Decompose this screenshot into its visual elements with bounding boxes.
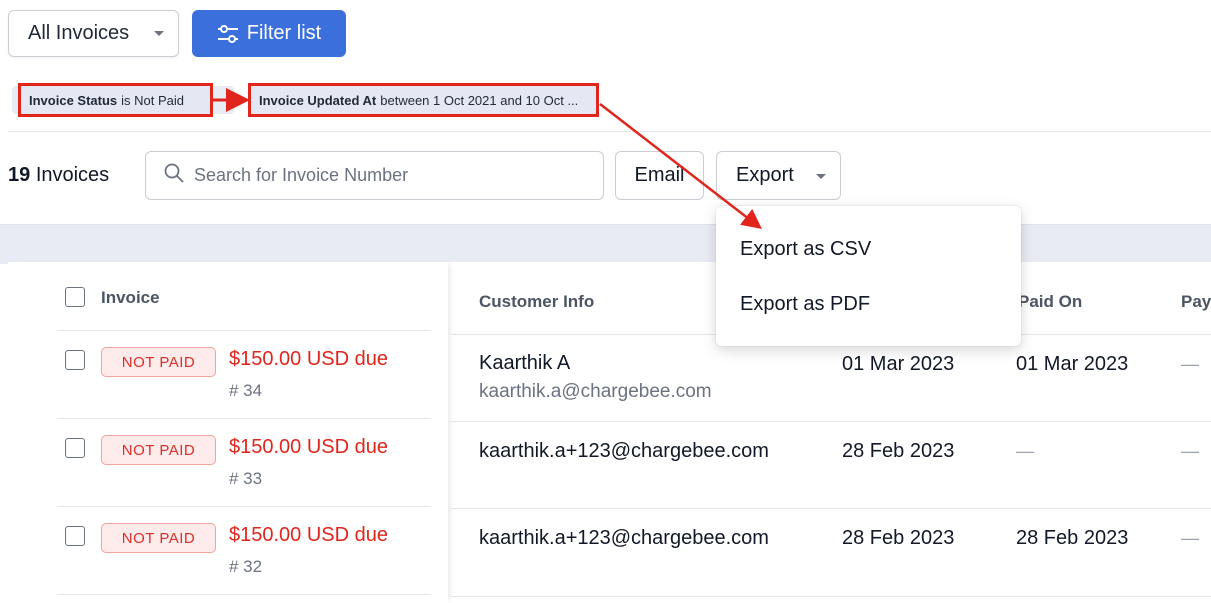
search-box (145, 151, 604, 200)
pay-value: — (1181, 441, 1199, 461)
row-divider (57, 330, 431, 331)
table-toolbar-band (0, 224, 1211, 264)
select-all-checkbox[interactable] (65, 287, 85, 307)
status-badge: NOT PAID (101, 435, 216, 465)
invoice-count-label: Invoices (35, 164, 110, 186)
filter-chip-condition: between 1 Oct 2021 and 10 Oct ... (380, 92, 579, 108)
customer-name[interactable]: kaarthik.a+123@chargebee.com (479, 527, 769, 550)
pay-value: — (1181, 528, 1199, 548)
menu-item-export-csv[interactable]: Export as CSV (740, 238, 871, 261)
row-divider (450, 596, 1211, 597)
filter-chip-condition: is Not Paid (121, 92, 185, 108)
invoice-count-number: 19 (8, 164, 31, 186)
filter-chip-updated-at[interactable]: Invoice Updated At between 1 Oct 2021 an… (248, 83, 599, 117)
row-checkbox[interactable] (65, 526, 85, 546)
chevron-down-icon (154, 31, 164, 36)
sliders-icon (217, 24, 239, 43)
row-checkbox[interactable] (65, 438, 85, 458)
filter-list-button[interactable]: Filter list (192, 10, 346, 57)
invoice-number: # 34 (229, 381, 263, 400)
column-header-pay[interactable]: Pay (1181, 292, 1211, 312)
chevron-down-icon (816, 174, 826, 179)
row-divider (57, 594, 431, 595)
pay-value: — (1181, 354, 1199, 374)
view-select-label: All Invoices (28, 22, 130, 44)
filter-chip-field: Invoice Updated At (259, 92, 377, 108)
amount-due[interactable]: $150.00 USD due (229, 436, 388, 459)
invoice-date: 01 Mar 2023 (842, 353, 955, 375)
customer-name[interactable]: Kaarthik A (479, 352, 570, 375)
row-divider (450, 508, 1211, 509)
column-header-paid-on[interactable]: Paid On (1018, 292, 1082, 312)
column-header-customer-info[interactable]: Customer Info (479, 292, 594, 312)
filter-chip-status[interactable]: Invoice Status is Not Paid (18, 83, 213, 117)
paid-on: 01 Mar 2023 (1016, 353, 1129, 375)
invoice-count: 19 Invoices (8, 164, 109, 187)
invoice-number: # 33 (229, 469, 263, 488)
invoice-date: 28 Feb 2023 (842, 527, 955, 549)
view-select[interactable]: All Invoices (8, 10, 179, 57)
row-divider (57, 506, 431, 507)
email-button[interactable]: Email (615, 151, 704, 200)
filter-chip-field: Invoice Status (29, 92, 118, 108)
status-badge: NOT PAID (101, 347, 216, 377)
export-button-label: Export (736, 164, 794, 186)
status-badge: NOT PAID (101, 523, 216, 553)
customer-name[interactable]: kaarthik.a+123@chargebee.com (479, 440, 769, 463)
invoice-column-frozen (8, 262, 448, 603)
invoice-number: # 32 (229, 557, 263, 576)
row-divider (57, 418, 431, 419)
amount-due[interactable]: $150.00 USD due (229, 348, 388, 371)
search-input[interactable] (194, 165, 574, 186)
row-checkbox[interactable] (65, 350, 85, 370)
menu-item-export-pdf[interactable]: Export as PDF (740, 293, 870, 316)
paid-on: 28 Feb 2023 (1016, 527, 1129, 549)
divider (8, 131, 1211, 132)
amount-due[interactable]: $150.00 USD due (229, 524, 388, 547)
search-icon (164, 163, 184, 188)
invoice-date: 28 Feb 2023 (842, 440, 955, 462)
paid-on: — (1016, 441, 1034, 461)
export-button[interactable]: Export (716, 151, 841, 200)
row-divider (450, 421, 1211, 422)
filter-list-label: Filter list (246, 22, 322, 44)
column-header-invoice[interactable]: Invoice (101, 288, 160, 308)
email-button-label: Email (634, 164, 685, 186)
customer-email: kaarthik.a@chargebee.com (479, 381, 712, 402)
export-dropdown-menu: Export as CSV Export as PDF (716, 206, 1021, 346)
